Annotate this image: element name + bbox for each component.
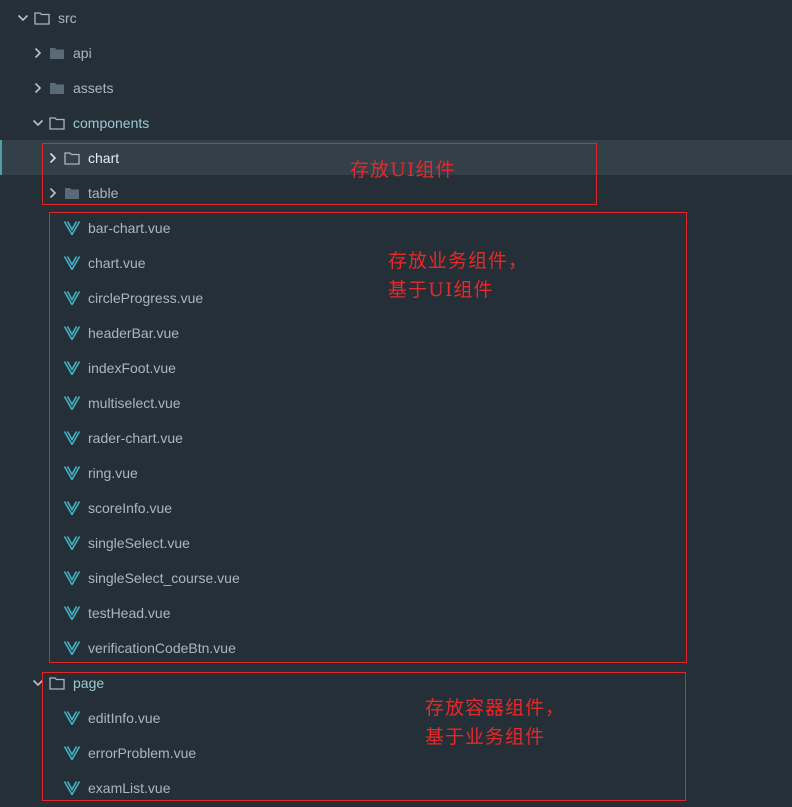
chevron-right-icon[interactable] xyxy=(31,46,45,60)
folder-icon xyxy=(49,80,67,96)
annotation-business-line1: 存放业务组件， xyxy=(388,250,529,272)
folder-label: src xyxy=(58,9,77,26)
folder-src[interactable]: src xyxy=(0,0,792,35)
annotation-container-line1: 存放容器组件， xyxy=(425,697,566,719)
folder-icon xyxy=(49,45,67,61)
folder-api[interactable]: api xyxy=(0,35,792,70)
annotation-box-business-components xyxy=(49,212,687,663)
annotation-box-container-components xyxy=(42,672,686,801)
chevron-down-icon[interactable] xyxy=(31,116,45,130)
annotation-ui-components: 存放UI组件 xyxy=(350,159,456,181)
folder-assets[interactable]: assets xyxy=(0,70,792,105)
chevron-down-icon[interactable] xyxy=(16,11,30,25)
folder-open-icon xyxy=(49,115,67,131)
folder-label: api xyxy=(73,44,92,61)
folder-components[interactable]: components xyxy=(0,105,792,140)
annotation-business-line2: 基于UI组件 xyxy=(388,279,494,301)
folder-label: components xyxy=(73,114,150,131)
folder-open-icon xyxy=(34,10,52,26)
chevron-right-icon[interactable] xyxy=(31,81,45,95)
folder-label: assets xyxy=(73,79,114,96)
annotation-box-ui-components xyxy=(42,143,597,205)
annotation-container-line2: 基于业务组件 xyxy=(425,726,546,748)
